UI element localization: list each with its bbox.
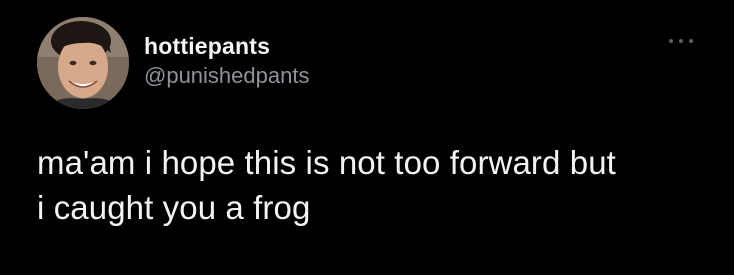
tweet-text-line: i caught you a frog xyxy=(37,189,311,226)
ellipsis-icon xyxy=(669,39,673,43)
author-names: hottiepants @punishedpants xyxy=(144,32,309,89)
tweet-text: ma'am i hope this is not too forward but… xyxy=(37,140,717,230)
author-display-name[interactable]: hottiepants xyxy=(144,32,309,60)
ellipsis-icon xyxy=(679,39,683,43)
tweet-card: hottiepants @punishedpants ma'am i hope … xyxy=(0,0,734,275)
avatar-photo xyxy=(37,17,129,109)
author-handle[interactable]: @punishedpants xyxy=(144,63,309,89)
avatar[interactable] xyxy=(37,17,129,109)
more-options-button[interactable] xyxy=(667,36,695,46)
ellipsis-icon xyxy=(689,39,693,43)
tweet-text-line: ma'am i hope this is not too forward but xyxy=(37,144,616,181)
